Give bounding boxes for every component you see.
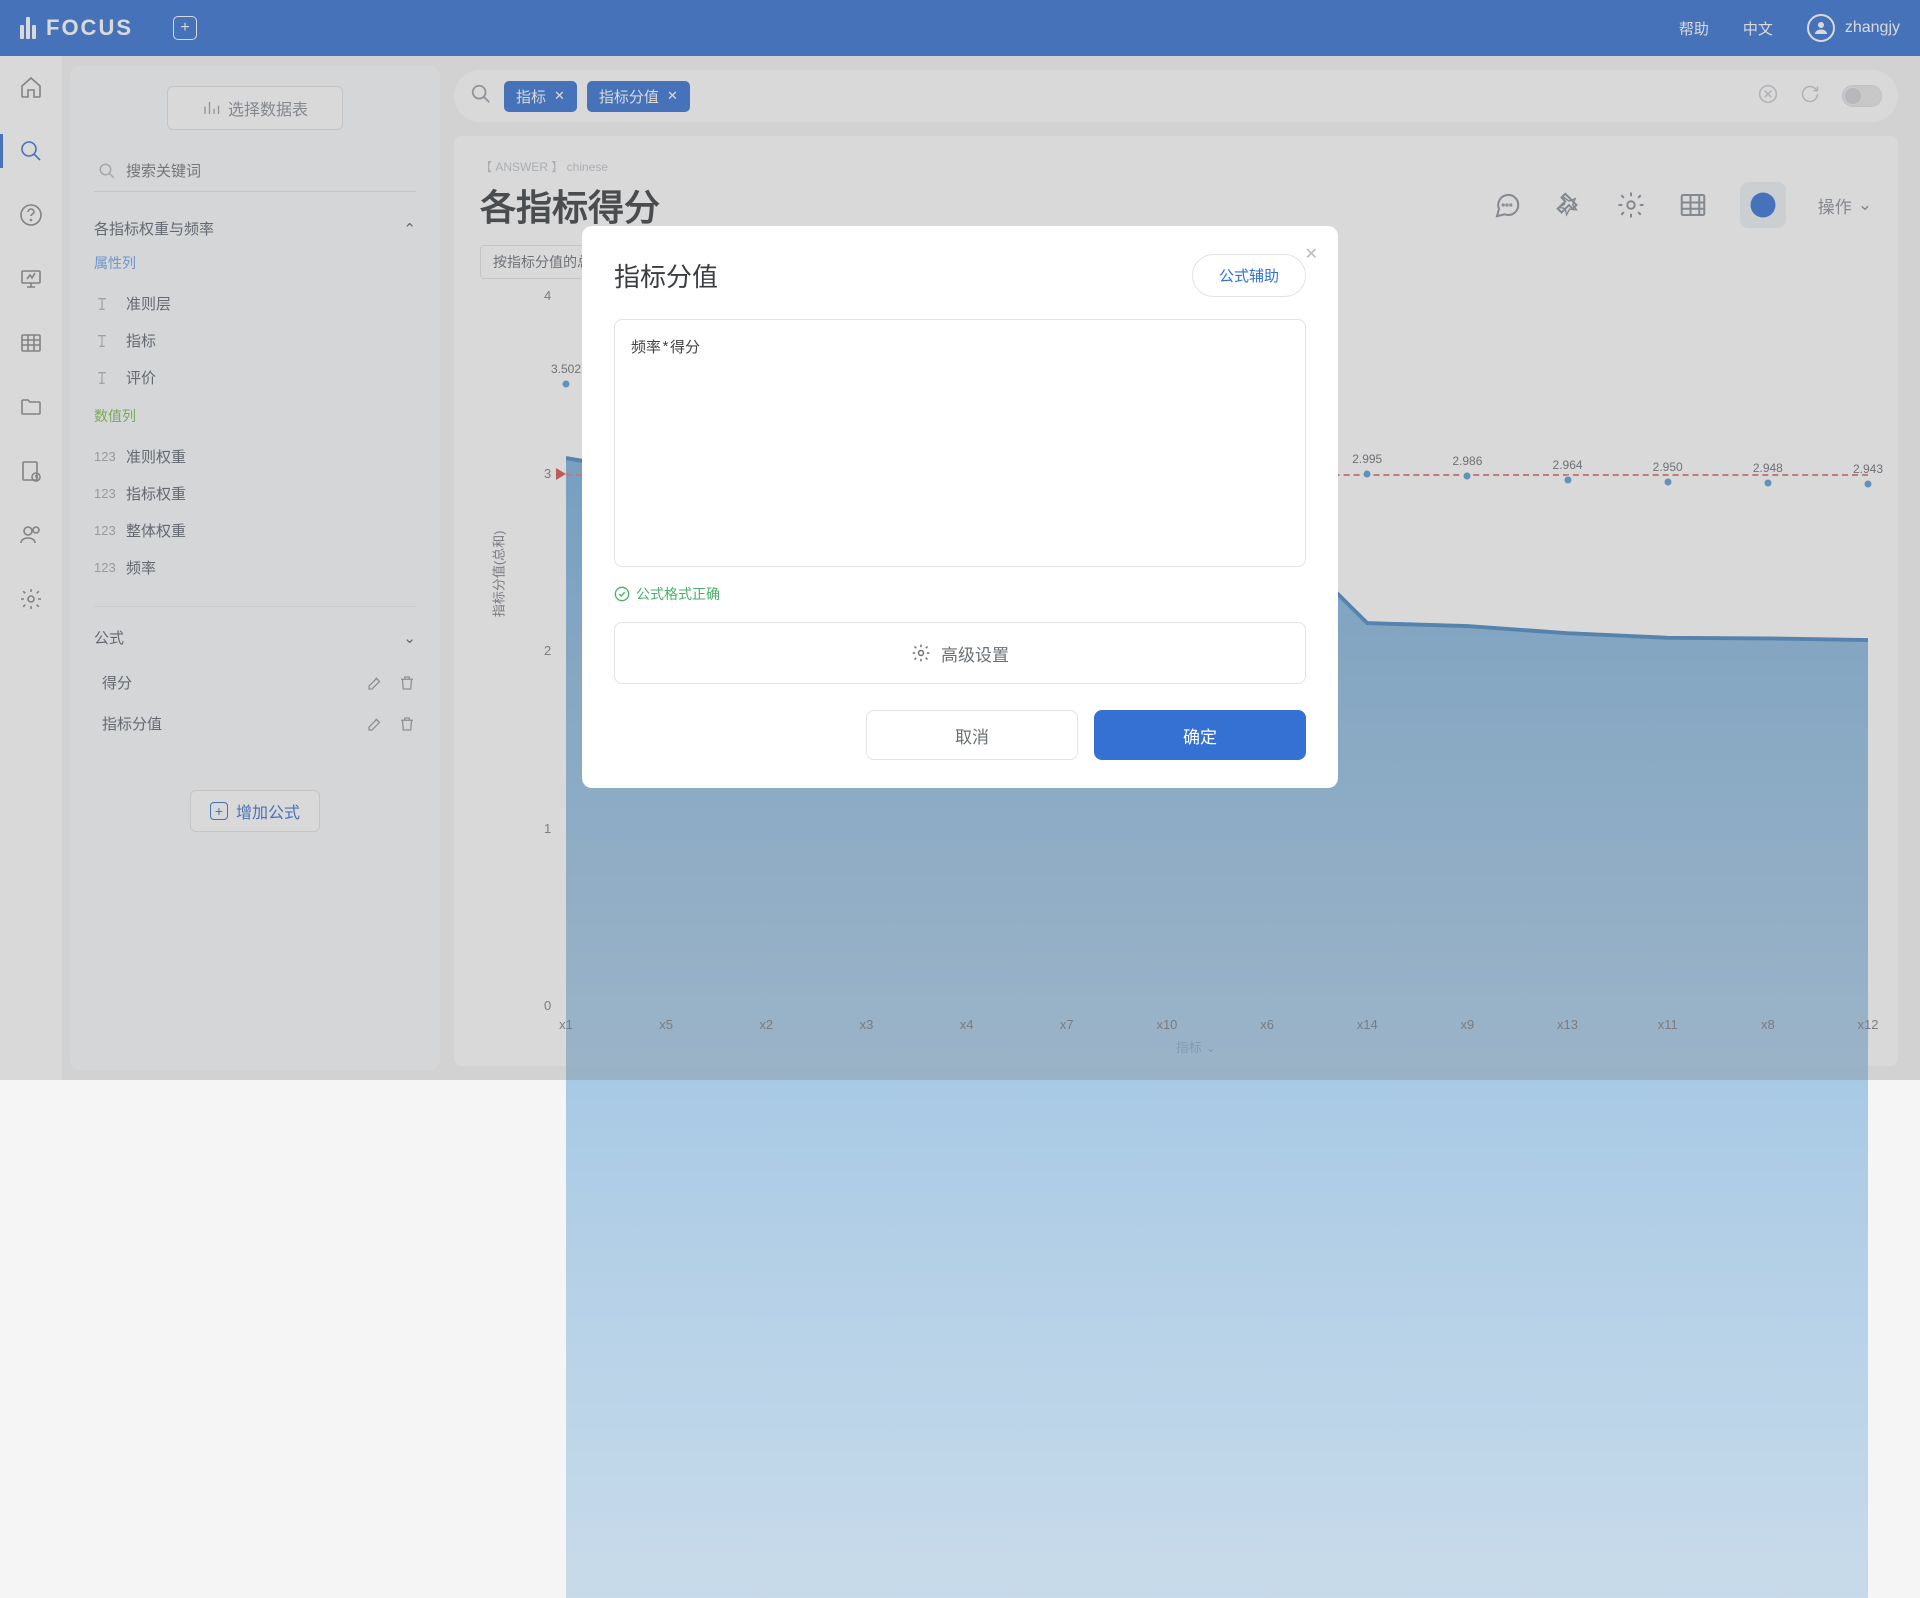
modal-title: 指标分值 <box>614 257 718 294</box>
close-icon[interactable]: ✕ <box>1305 244 1318 264</box>
formula-input[interactable] <box>614 319 1306 567</box>
modal-overlay[interactable]: ✕ 指标分值 公式辅助 公式格式正确 高级设置 取消 确定 <box>0 0 1920 1080</box>
advanced-settings-button[interactable]: 高级设置 <box>614 622 1306 684</box>
formula-modal: ✕ 指标分值 公式辅助 公式格式正确 高级设置 取消 确定 <box>582 226 1338 788</box>
validation-message: 公式格式正确 <box>614 584 1306 604</box>
formula-help-button[interactable]: 公式辅助 <box>1192 254 1306 297</box>
cancel-button[interactable]: 取消 <box>866 710 1078 760</box>
check-icon <box>614 586 630 602</box>
gear-icon <box>911 643 931 663</box>
ok-button[interactable]: 确定 <box>1094 710 1306 760</box>
